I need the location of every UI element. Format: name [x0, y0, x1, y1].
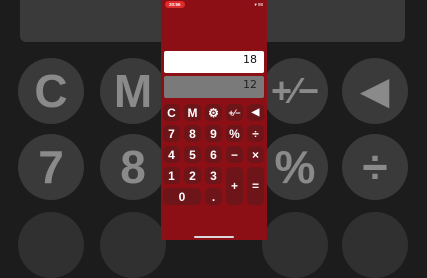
background-memory-key: M	[100, 58, 166, 124]
decimal-button[interactable]: .	[205, 188, 222, 205]
status-bar: 20:56 ▾ 98	[161, 0, 267, 9]
digit-6-button[interactable]: 6	[205, 146, 222, 163]
settings-gear-icon[interactable]: ⚙	[205, 104, 222, 121]
digit-3-button[interactable]: 3	[205, 167, 222, 184]
equals-button[interactable]: =	[247, 167, 264, 205]
digit-5-button[interactable]: 5	[184, 146, 201, 163]
calculator-screen: 20:56 ▾ 98 18 12 C M ⚙ +⁄− ◀ 7 8 9 % ÷ 4…	[161, 0, 267, 240]
background-divide-key: ÷	[342, 134, 408, 200]
sign-toggle-button[interactable]: +⁄−	[226, 104, 243, 121]
status-icons: ▾ 98	[254, 2, 263, 7]
digit-0-button[interactable]: 0	[163, 188, 201, 205]
digit-2-button[interactable]: 2	[184, 167, 201, 184]
main-display: 18	[164, 51, 264, 73]
digit-1-button[interactable]: 1	[163, 167, 180, 184]
home-indicator[interactable]	[194, 236, 234, 238]
background-percent-key: %	[262, 134, 328, 200]
plus-button[interactable]: +	[226, 167, 243, 205]
background-sign-key: +⁄−	[262, 58, 328, 124]
backspace-icon[interactable]: ◀	[247, 104, 264, 121]
digit-8-button[interactable]: 8	[184, 125, 201, 142]
background-backspace-key: ◀	[342, 58, 408, 124]
clear-button[interactable]: C	[163, 104, 180, 121]
digit-7-button[interactable]: 7	[163, 125, 180, 142]
secondary-display: 12	[164, 76, 264, 98]
background-partial-key	[100, 212, 166, 278]
background-partial-key	[262, 212, 328, 278]
background-partial-key	[342, 212, 408, 278]
background-eight-key: 8	[100, 134, 166, 200]
digit-9-button[interactable]: 9	[205, 125, 222, 142]
digit-4-button[interactable]: 4	[163, 146, 180, 163]
percent-button[interactable]: %	[226, 125, 243, 142]
status-time: 20:56	[165, 1, 185, 8]
background-seven-key: 7	[18, 134, 84, 200]
background-clear-key: C	[18, 58, 84, 124]
minus-button[interactable]: −	[226, 146, 243, 163]
divide-button[interactable]: ÷	[247, 125, 264, 142]
memory-button[interactable]: M	[184, 104, 201, 121]
multiply-button[interactable]: ×	[247, 146, 264, 163]
background-partial-key	[18, 212, 84, 278]
